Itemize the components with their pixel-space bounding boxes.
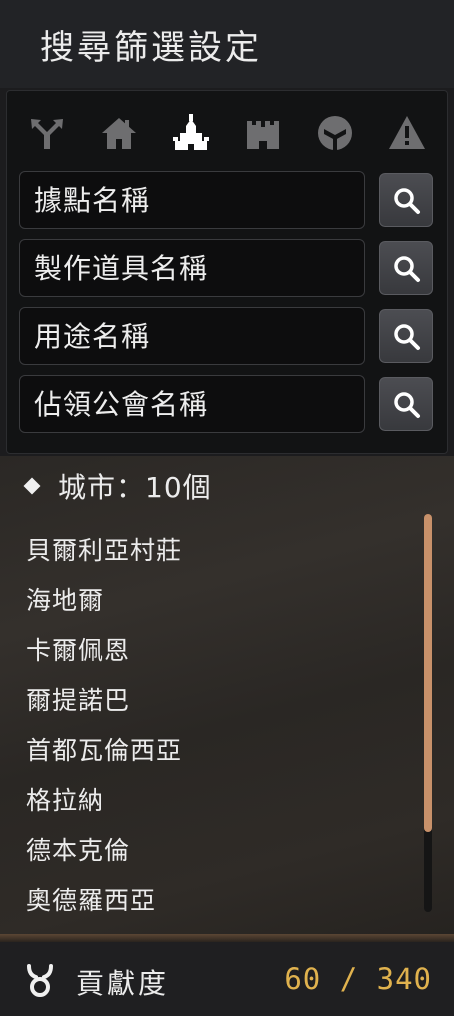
guild-search-button[interactable]: [379, 377, 433, 431]
panel-title: 搜尋篩選設定: [40, 28, 262, 68]
city-list-area: 城市：10個 貝爾利亞村莊 海地爾 卡爾佩恩 爾提諾巴 首都瓦倫西亞 格拉納 德…: [0, 456, 454, 934]
house-icon[interactable]: [99, 113, 139, 153]
list-item[interactable]: 爾提諾巴: [26, 676, 182, 726]
list-item[interactable]: 海地爾: [26, 576, 182, 626]
guild-search-input[interactable]: [19, 375, 365, 433]
danger-icon[interactable]: [387, 113, 427, 153]
list-item[interactable]: 貝爾利亞村莊: [26, 526, 182, 576]
scrollbar-thumb[interactable]: [424, 514, 432, 832]
list-item[interactable]: 奧德羅西亞: [26, 876, 182, 926]
crafted-item-search-input[interactable]: [19, 239, 365, 297]
city-count-label: 城市：10個: [58, 471, 212, 504]
crafted-item-search-button[interactable]: [379, 241, 433, 295]
contribution-label: 貢獻度: [76, 967, 170, 1000]
node-name-search-button[interactable]: [379, 173, 433, 227]
search-row-usage: [19, 307, 439, 365]
footer-divider: [0, 934, 454, 942]
filter-box: [6, 90, 448, 454]
scrollbar-track[interactable]: [424, 514, 432, 912]
search-row-guild: [19, 375, 439, 433]
city-section-header[interactable]: 城市：10個: [22, 464, 212, 508]
magnifier-icon: [394, 392, 420, 418]
contribution-value: 60 / 340: [284, 962, 432, 996]
search-filter-panel: 搜尋篩選設定 據點名稱 製作道具名稱 用途名稱 佔領公會名稱 城市：10個 貝爾…: [0, 0, 454, 1016]
usage-search-button[interactable]: [379, 309, 433, 363]
list-item[interactable]: 格拉納: [26, 776, 182, 826]
city-icon[interactable]: [171, 113, 211, 153]
contribution-footer: 貢獻度 60 / 340: [0, 934, 454, 1016]
castle-icon[interactable]: [243, 113, 283, 153]
magnifier-icon: [394, 256, 420, 282]
city-list: 貝爾利亞村莊 海地爾 卡爾佩恩 爾提諾巴 首都瓦倫西亞 格拉納 德本克倫 奧德羅…: [26, 526, 182, 926]
list-item[interactable]: 首都瓦倫西亞: [26, 726, 182, 776]
crossroad-icon[interactable]: [27, 113, 67, 153]
list-item[interactable]: 卡爾佩恩: [26, 626, 182, 676]
search-row-crafted-item: [19, 239, 439, 297]
contribution-icon: [27, 964, 53, 997]
category-icon-row: [7, 109, 449, 155]
list-item[interactable]: 德本克倫: [26, 826, 182, 876]
magnifier-icon: [394, 188, 420, 214]
diamond-icon: [23, 477, 41, 495]
node-name-search-input[interactable]: [19, 171, 365, 229]
usage-search-input[interactable]: [19, 307, 365, 365]
magnifier-icon: [394, 324, 420, 350]
gateway-icon[interactable]: [315, 113, 355, 153]
search-row-node: [19, 171, 439, 229]
panel-header: 搜尋篩選設定: [0, 0, 454, 88]
